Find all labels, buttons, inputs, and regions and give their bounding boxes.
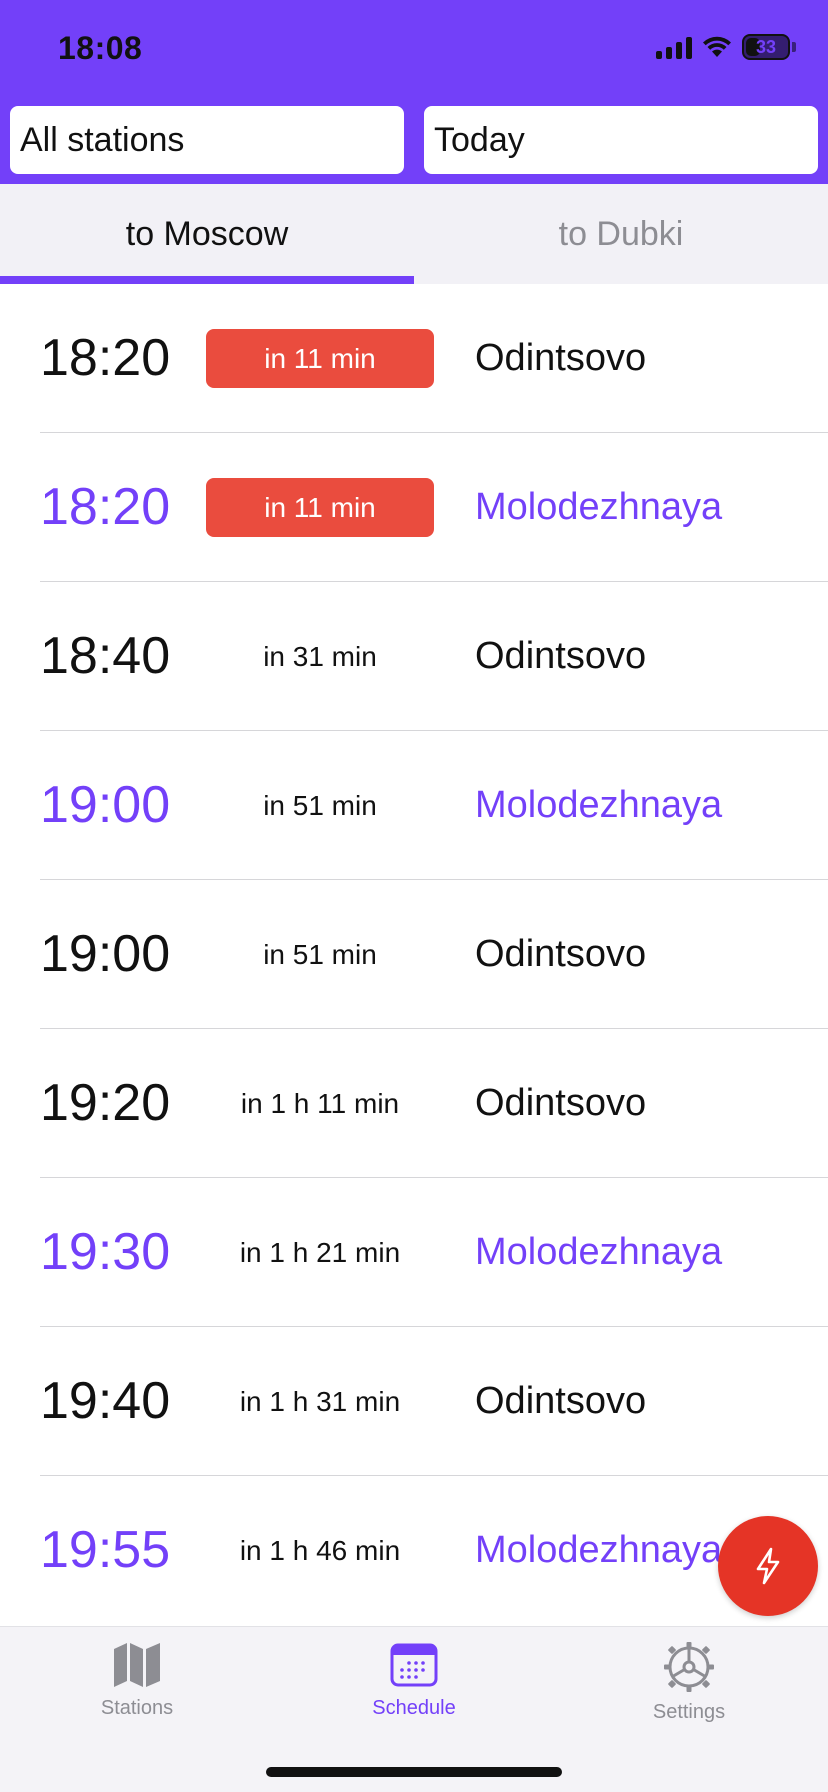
departure-time: 19:30 [40, 1223, 171, 1281]
tabbar-label: Schedule [372, 1697, 456, 1719]
gear-icon [664, 1642, 714, 1692]
departure-station: Molodezhnaya [475, 1231, 723, 1273]
bottom-tab-bar: Stations Schedule Settings [0, 1626, 828, 1792]
departure-row[interactable]: 19:20 in 1 h 11 min Odintsovo [0, 1029, 828, 1178]
station-picker[interactable]: All stations [10, 106, 404, 174]
tabbar-label: Settings [652, 1701, 726, 1723]
lightning-fab-button[interactable] [718, 1516, 818, 1616]
departure-station: Molodezhnaya [475, 784, 723, 826]
eta-label: in 31 min [263, 640, 377, 672]
eta-label: in 51 min [263, 938, 377, 970]
departure-station: Odintsovo [475, 635, 647, 677]
tabbar-item-schedule[interactable]: Schedule [334, 1641, 494, 1720]
departure-time: 19:40 [40, 1372, 171, 1430]
calendar-icon [390, 1643, 438, 1687]
departure-time: 18:40 [40, 627, 171, 685]
tabbar-label: Stations [100, 1697, 174, 1719]
app-header: 18:08 33 All stations Today [0, 0, 828, 184]
cellular-signal-icon [656, 35, 692, 59]
date-picker[interactable]: Today [424, 106, 818, 174]
status-icons: 33 [656, 34, 796, 60]
departure-station: Odintsovo [475, 337, 647, 379]
departure-time: 19:20 [40, 1074, 171, 1132]
tab-indicator [0, 276, 414, 284]
eta-label: in 1 h 11 min [240, 1087, 400, 1119]
departure-row[interactable]: 18:40 in 31 min Odintsovo [0, 582, 828, 731]
departure-station: Molodezhnaya [475, 486, 723, 528]
departure-row[interactable]: 18:20 in 11 min Odintsovo [0, 284, 828, 433]
tab-to-dubki[interactable]: to Dubki [414, 184, 828, 284]
battery-icon: 33 [742, 34, 790, 60]
lightning-icon [756, 1547, 780, 1585]
home-indicator [266, 1767, 562, 1777]
eta-label: in 1 h 31 min [239, 1385, 401, 1417]
departure-time: 19:55 [40, 1521, 171, 1579]
departure-row[interactable]: 19:00 in 51 min Molodezhnaya [0, 731, 828, 880]
departure-row[interactable]: 18:20 in 11 min Molodezhnaya [0, 433, 828, 582]
eta-label: in 1 h 46 min [239, 1534, 401, 1566]
eta-label: in 1 h 21 min [239, 1236, 401, 1268]
departure-row[interactable]: 19:55 in 1 h 46 min Molodezhnaya [0, 1476, 828, 1625]
departure-time: 18:20 [40, 478, 171, 536]
status-time: 18:08 [58, 30, 143, 66]
tabbar-item-stations[interactable]: Stations [57, 1641, 217, 1720]
tabbar-item-settings[interactable]: Settings [609, 1641, 769, 1724]
departure-station: Odintsovo [475, 933, 647, 975]
eta-badge: in 11 min [206, 329, 434, 388]
departure-time: 18:20 [40, 329, 171, 387]
departure-row[interactable]: 19:30 in 1 h 21 min Molodezhnaya [0, 1178, 828, 1327]
direction-tabs: to Moscow to Dubki [0, 184, 828, 284]
departure-time: 19:00 [40, 925, 171, 983]
wifi-icon [703, 36, 731, 57]
eta-label: in 51 min [263, 789, 377, 821]
departure-row[interactable]: 19:40 in 1 h 31 min Odintsovo [0, 1327, 828, 1476]
departure-station: Odintsovo [475, 1082, 647, 1124]
eta-badge: in 11 min [206, 478, 434, 537]
map-icon [114, 1643, 160, 1687]
departure-time: 19:00 [40, 776, 171, 834]
departure-row[interactable]: 19:00 in 51 min Odintsovo [0, 880, 828, 1029]
departures-list: 18:20 in 11 min Odintsovo 18:20 in 11 mi… [0, 284, 828, 1625]
departure-station: Molodezhnaya [475, 1529, 723, 1571]
departure-station: Odintsovo [475, 1380, 647, 1422]
battery-level: 33 [755, 36, 777, 57]
tab-to-moscow[interactable]: to Moscow [0, 184, 414, 284]
